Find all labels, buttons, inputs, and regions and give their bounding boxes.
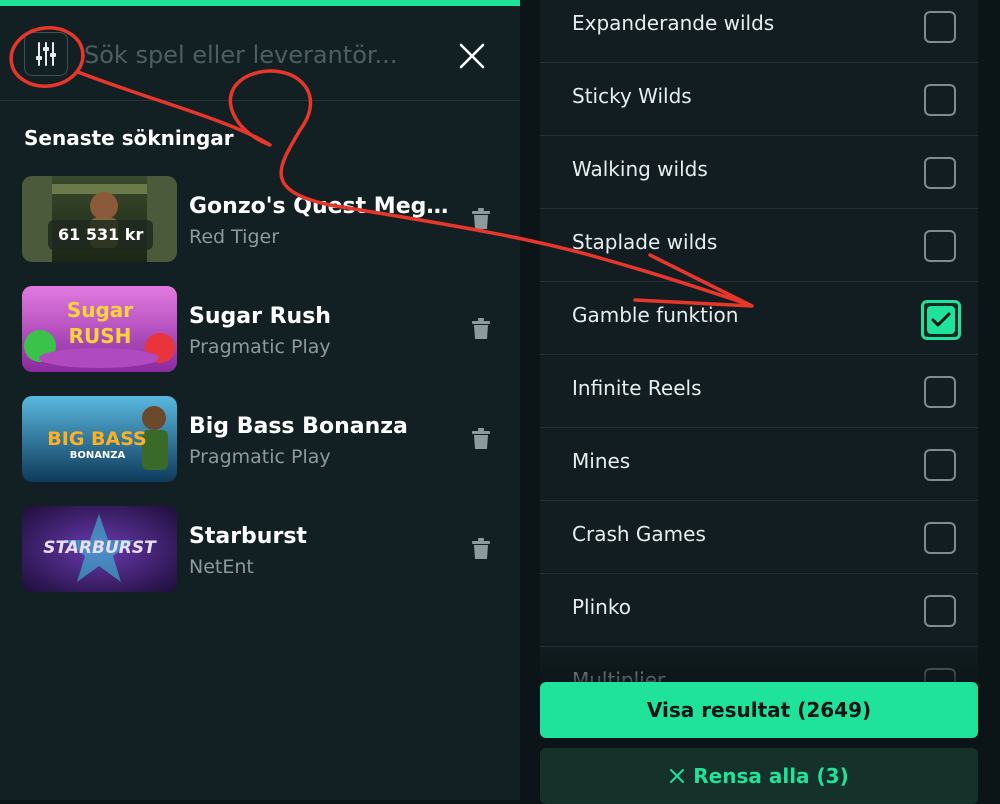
section-title: Senaste sökningar [24,126,234,150]
feature-label: Crash Games [572,522,706,546]
clear-all-button[interactable]: Rensa alla (3) [540,748,978,804]
game-thumbnail: STARBURST [22,506,177,592]
feature-filter-row[interactable]: Plinko [540,575,978,647]
feature-filter-row[interactable]: Gamble funktion [540,283,978,355]
game-title: Starburst [189,524,307,549]
feature-checkbox[interactable] [924,157,956,189]
feature-filter-list[interactable]: Expanderande wilds Sticky Wilds Walking wi… [540,0,978,690]
sliders-icon [36,42,56,66]
recent-search-item[interactable]: STARBURST Starburst NetEnt [22,506,502,594]
delete-button[interactable] [470,316,492,342]
thumbnail-logo-text: BONANZA [69,450,126,461]
checkbox-fill [927,306,955,334]
filter-button[interactable] [24,32,68,76]
recent-search-item[interactable]: 61 531 kr Gonzo's Quest Mega... Red Tige… [22,176,502,264]
x-icon [670,769,685,783]
feature-filter-row[interactable]: Sticky Wilds [540,64,978,136]
feature-filter-row[interactable]: Infinite Reels [540,356,978,428]
feature-filter-row[interactable]: Crash Games [540,502,978,574]
game-thumbnail: Sugar RUSH [22,286,177,372]
feature-checkbox[interactable] [924,595,956,627]
game-title: Gonzo's Quest Mega... [189,194,449,219]
trash-icon [472,318,490,339]
feature-label: Plinko [572,595,631,619]
feature-label: Staplade wilds [572,230,718,254]
delete-button[interactable] [470,426,492,452]
search-bar [0,6,520,101]
jackpot-badge: 61 531 kr [48,220,154,250]
close-icon [459,43,485,69]
feature-filter-row[interactable]: Walking wilds [540,137,978,209]
feature-label: Gamble funktion [572,303,739,327]
game-thumbnail: 61 531 kr [22,176,177,262]
show-results-button[interactable]: Visa resultat (2649) [540,682,978,738]
recent-search-item[interactable]: Sugar RUSH Sugar Rush Pragmatic Play [22,286,502,374]
feature-label: Expanderande wilds [572,11,775,35]
game-provider: Pragmatic Play [189,446,331,468]
feature-checkbox[interactable] [924,84,956,116]
feature-label: Infinite Reels [572,376,702,400]
game-provider: NetEnt [189,556,254,578]
search-panel: Senaste sökningar 61 531 kr Gonzo's Que [0,0,520,800]
game-title: Big Bass Bonanza [189,414,408,439]
feature-checkbox[interactable] [924,230,956,262]
show-results-label: Visa resultat (2649) [646,698,872,722]
trash-icon [472,538,490,559]
trash-icon [472,208,490,229]
delete-button[interactable] [470,536,492,562]
feature-label: Sticky Wilds [572,84,692,108]
game-provider: Pragmatic Play [189,336,331,358]
game-thumbnail: BIG BASS BONANZA [22,396,177,482]
thumbnail-logo-text: STARBURST [43,538,156,558]
delete-button[interactable] [470,206,492,232]
recent-search-item[interactable]: BIG BASS BONANZA Big Bass Bonanza Pragma… [22,396,502,484]
close-button[interactable] [452,36,492,76]
feature-label: Walking wilds [572,157,708,181]
feature-checkbox[interactable] [924,11,956,43]
trash-icon [472,428,490,449]
clear-all-label: Rensa alla (3) [693,764,849,788]
game-provider: Red Tiger [189,226,279,248]
thumbnail-logo-text: BIG BASS [47,428,147,450]
feature-checkbox[interactable] [921,300,961,340]
feature-filter-row[interactable]: Mines [540,429,978,501]
thumbnail-logo-text: RUSH [68,324,132,348]
feature-label: Mines [572,449,631,473]
feature-checkbox[interactable] [924,522,956,554]
feature-checkbox[interactable] [924,376,956,408]
checkmark-icon [931,312,951,327]
search-input[interactable] [82,34,426,76]
thumbnail-logo-text: Sugar [66,298,134,322]
game-title: Sugar Rush [189,304,331,329]
feature-checkbox[interactable] [924,449,956,481]
feature-filter-row[interactable]: Staplade wilds [540,210,978,282]
feature-filter-row[interactable]: Expanderande wilds [540,0,978,63]
